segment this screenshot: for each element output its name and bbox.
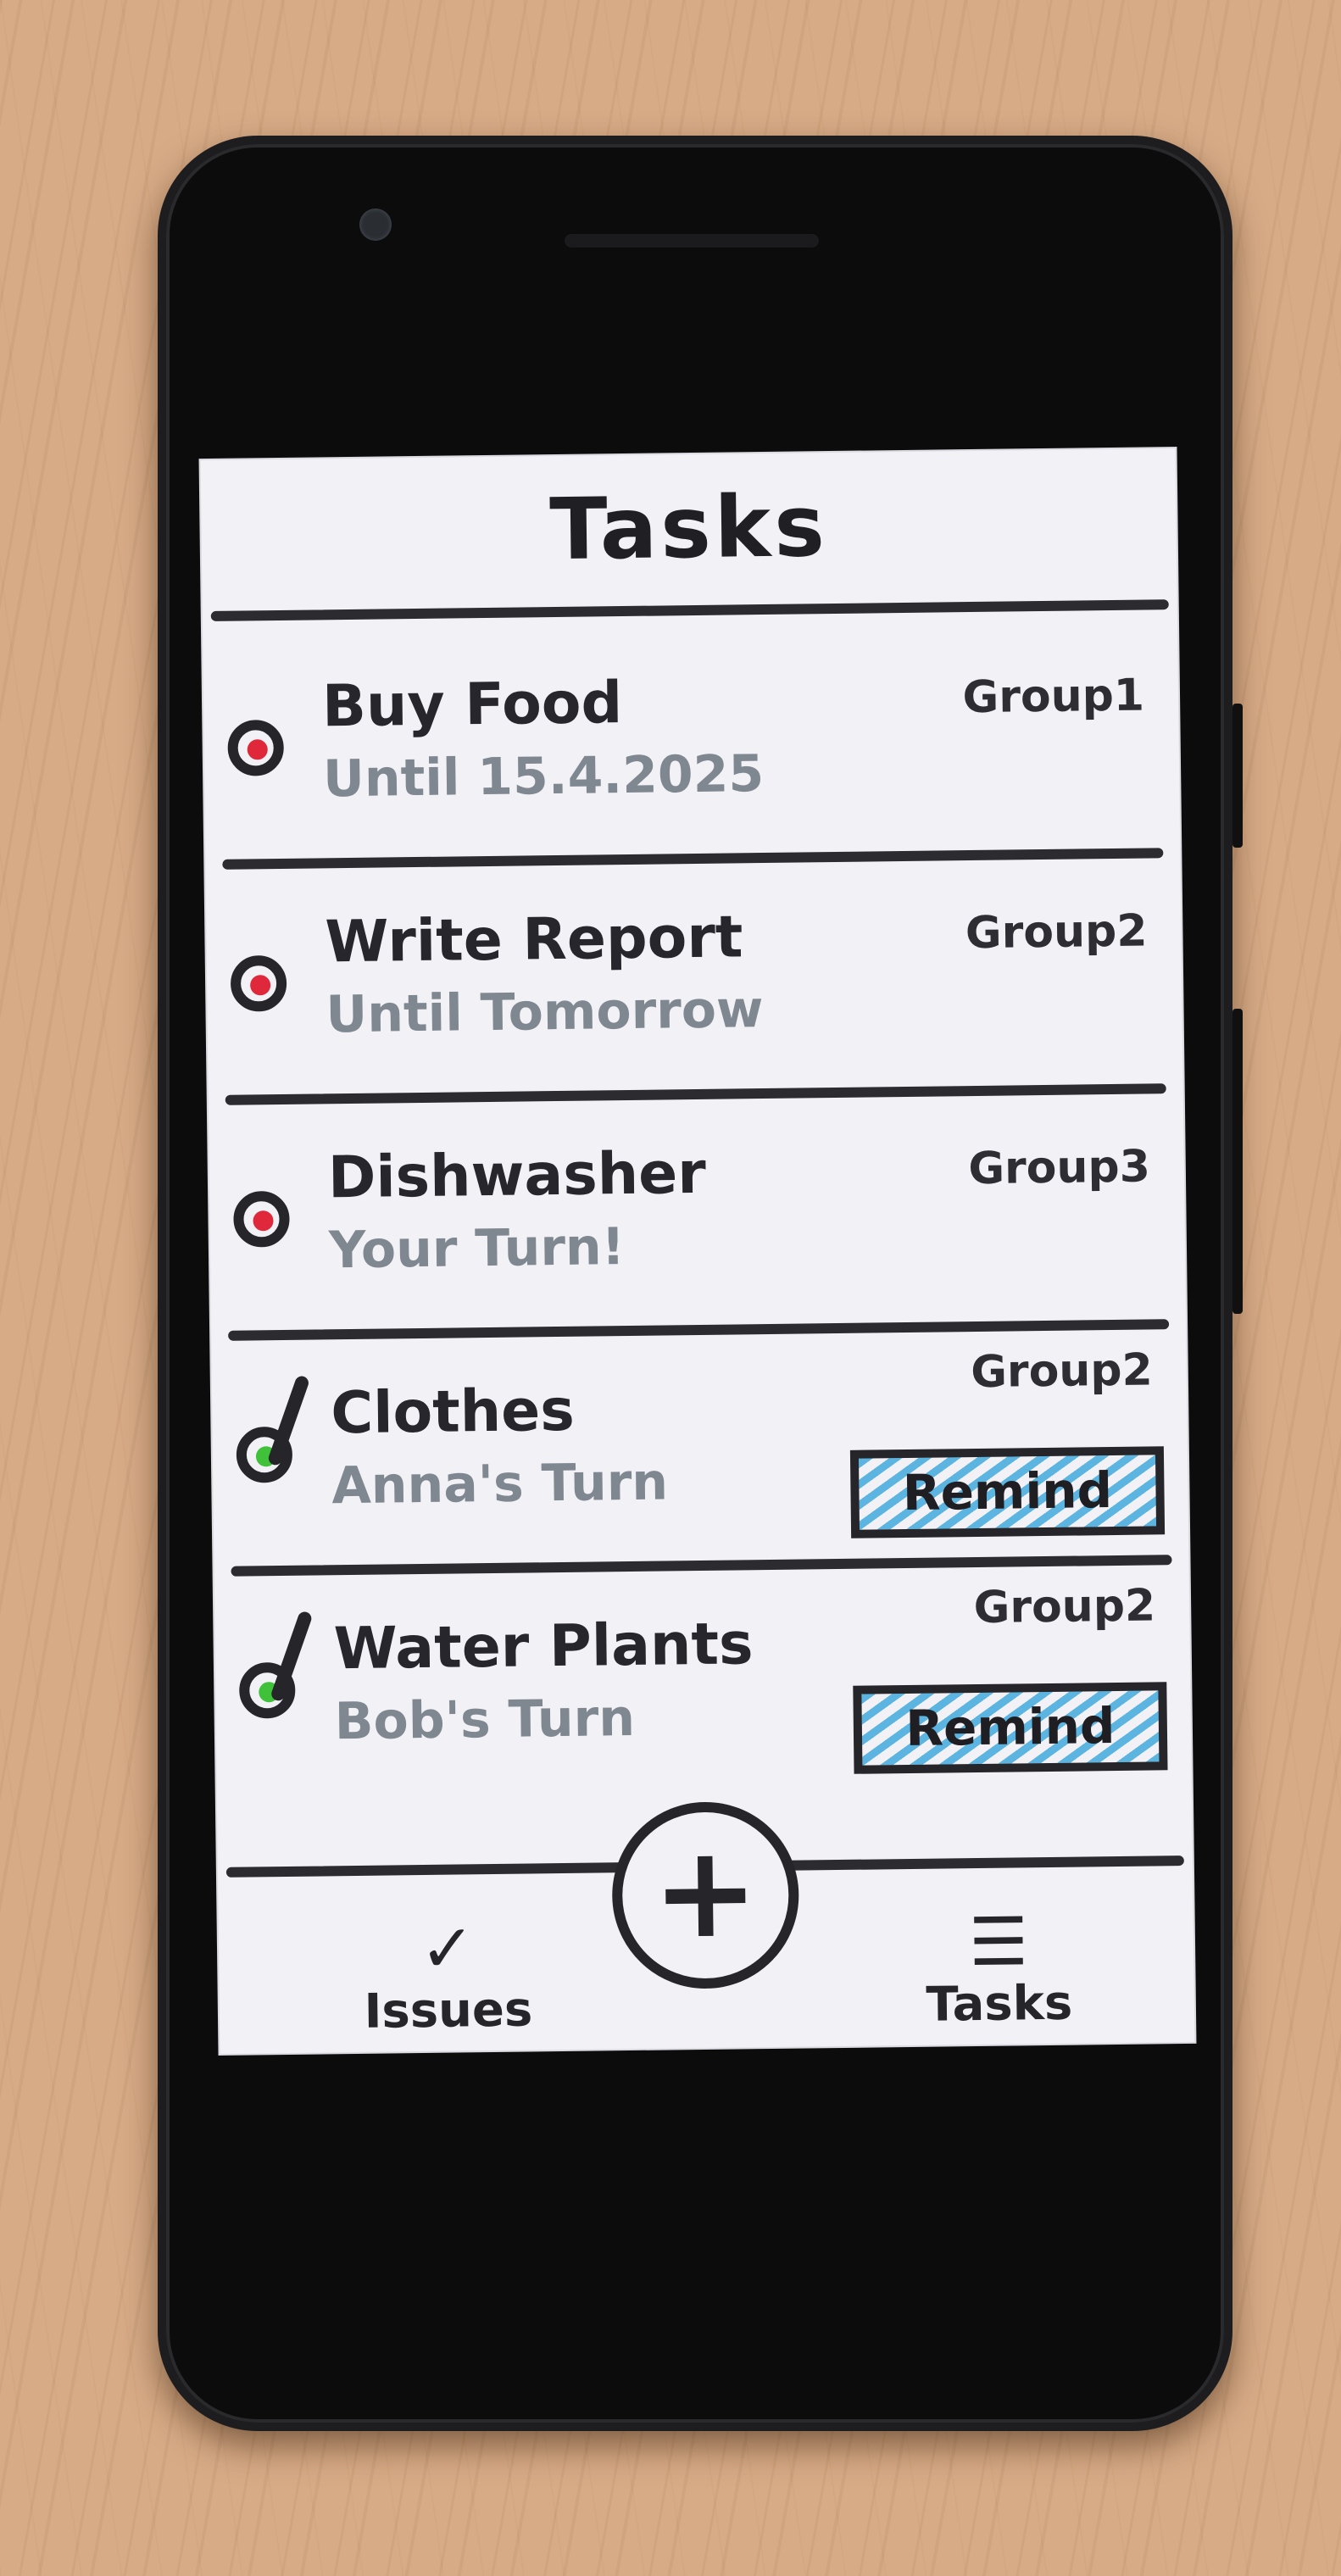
task-group: Group1 xyxy=(962,670,1145,724)
nav-tasks[interactable]: ☰ Tasks xyxy=(888,1904,1110,2033)
status-dot xyxy=(247,739,268,760)
status-dot xyxy=(253,1210,274,1232)
nav-issues[interactable]: ✓ Issues xyxy=(337,1911,559,2039)
task-title: Dishwasher xyxy=(327,1139,707,1212)
task-item-water-plants[interactable]: Water Plants Bob's Turn Group2 Remind xyxy=(214,1565,1192,1812)
task-title: Clothes xyxy=(330,1377,576,1448)
task-item-clothes[interactable]: Clothes Anna's Turn Group2 Remind xyxy=(211,1329,1188,1577)
earpiece-speaker xyxy=(565,234,819,248)
nav-tasks-label: Tasks xyxy=(926,1975,1073,2033)
checkmark-icon: ✓ xyxy=(419,1911,476,1989)
volume-button[interactable] xyxy=(1232,1009,1243,1314)
add-task-button[interactable]: + xyxy=(610,1800,800,1990)
task-due: Until 15.4.2025 xyxy=(322,744,765,810)
app-header: Tasks xyxy=(201,448,1177,621)
task-group: Group2 xyxy=(973,1580,1156,1634)
task-group: Group3 xyxy=(967,1141,1151,1195)
page-title: Tasks xyxy=(548,476,829,580)
status-indicator xyxy=(230,954,287,1012)
paper-prototype-screen: Tasks Buy Food Until 15.4.2025 Group1 Wr… xyxy=(200,448,1195,2054)
status-indicator xyxy=(227,719,285,776)
header-divider xyxy=(210,599,1169,621)
task-list: Buy Food Until 15.4.2025 Group1 Write Re… xyxy=(203,622,1192,1812)
task-group: Group2 xyxy=(965,905,1148,960)
phone-frame: Tasks Buy Food Until 15.4.2025 Group1 Wr… xyxy=(158,136,1243,2431)
status-dot xyxy=(249,975,271,996)
power-button[interactable] xyxy=(1232,704,1243,848)
status-indicator xyxy=(233,1190,290,1248)
task-title: Buy Food xyxy=(321,670,623,741)
task-turn: Your Turn! xyxy=(328,1217,626,1281)
task-item-buy-food[interactable]: Buy Food Until 15.4.2025 Group1 xyxy=(203,622,1180,870)
task-due: Until Tomorrow xyxy=(326,980,764,1045)
front-camera xyxy=(359,209,392,241)
task-turn: Bob's Turn xyxy=(334,1688,636,1752)
task-title: Write Report xyxy=(325,904,743,976)
task-title: Water Plants xyxy=(333,1611,754,1683)
bottom-navigation: ✓ Issues + ☰ Tasks xyxy=(217,1800,1194,2054)
nav-issues-label: Issues xyxy=(364,1982,533,2039)
remind-button[interactable]: Remind xyxy=(849,1446,1166,1538)
task-group: Group2 xyxy=(970,1344,1154,1399)
task-turn: Anna's Turn xyxy=(331,1452,669,1516)
task-item-write-report[interactable]: Write Report Until Tomorrow Group2 xyxy=(205,858,1182,1105)
list-icon: ☰ xyxy=(968,1904,1029,1982)
remind-button[interactable]: Remind xyxy=(853,1682,1168,1774)
task-item-dishwasher[interactable]: Dishwasher Your Turn! Group3 xyxy=(209,1093,1186,1341)
